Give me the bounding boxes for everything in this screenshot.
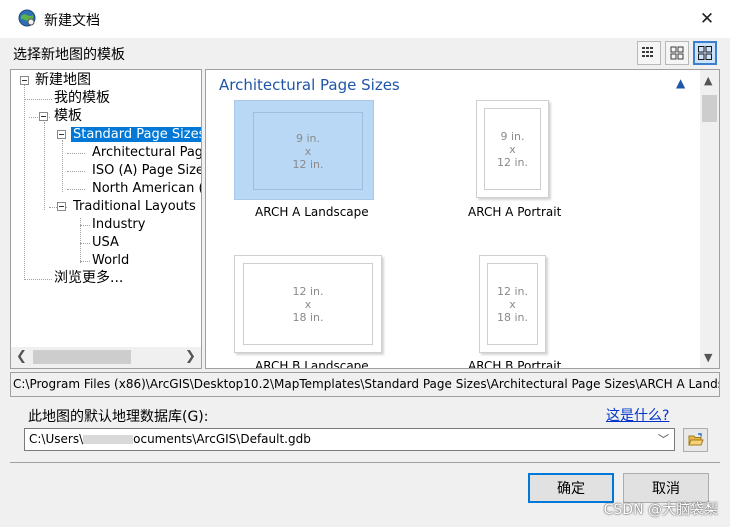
tree-item-usa[interactable]: USA (92, 234, 119, 251)
close-button[interactable]: ✕ (684, 0, 730, 38)
template-name: ARCH A Landscape (255, 205, 369, 219)
scrollbar-thumb[interactable] (33, 350, 131, 364)
open-folder-icon (687, 433, 704, 446)
scroll-right-icon[interactable]: ❯ (185, 349, 196, 364)
tree-collapse-toggle[interactable] (20, 76, 29, 85)
template-tree[interactable]: 新建地图 我的模板 模板 Standard Page Sizes Archite… (10, 69, 202, 369)
default-geodatabase-label: 此地图的默认地理数据库(G): (28, 409, 209, 425)
scroll-up-icon[interactable]: ▲ (704, 74, 712, 87)
template-path-display: C:\Program Files (x86)\ArcGIS\Desktop10.… (10, 372, 720, 397)
footer-separator (10, 462, 720, 463)
page-dimensions: 9 in. x 12 in. (496, 129, 529, 169)
medium-icons-view-icon (670, 46, 684, 60)
page-margin: 9 in. x 12 in. (484, 108, 541, 190)
arcmap-globe-icon (18, 9, 36, 27)
tree-collapse-toggle[interactable] (57, 130, 66, 139)
template-section-label: 选择新地图的模板 (13, 47, 125, 63)
template-name: ARCH B Portrait (468, 359, 562, 369)
tree-item-world[interactable]: World (92, 252, 129, 269)
title-bar: 新建文档 ✕ (0, 0, 730, 38)
geodatabase-path-suffix: ocuments\ArcGIS\Default.gdb (133, 432, 311, 446)
browse-geodatabase-button[interactable] (683, 428, 708, 452)
gallery-section-title: Architectural Page Sizes (219, 76, 400, 94)
page-dimensions: 12 in. x 18 in. (292, 284, 324, 324)
details-view-button[interactable] (637, 41, 661, 65)
tree-item-templates[interactable]: 模板 (54, 108, 82, 125)
scrollbar-thumb[interactable] (702, 95, 717, 122)
page-margin: 9 in. x 12 in. (253, 112, 363, 190)
redacted-username (83, 435, 134, 444)
large-icons-view-button[interactable] (693, 41, 717, 65)
scroll-down-icon[interactable]: ▼ (704, 351, 712, 364)
scroll-left-icon[interactable]: ❮ (16, 349, 27, 364)
whats-this-link[interactable]: 这是什么? (606, 405, 669, 425)
template-name: ARCH B Landscape (255, 359, 369, 369)
tree-item-north-american[interactable]: North American (A (92, 180, 201, 197)
collapse-section-icon[interactable]: ▲ (676, 76, 685, 90)
tree-horizontal-scrollbar[interactable]: ❮ ❯ (10, 347, 202, 369)
chevron-down-icon[interactable]: ﹀ (658, 429, 669, 450)
gallery-vertical-scrollbar[interactable]: ▲ ▼ (700, 70, 719, 368)
close-icon: ✕ (699, 9, 715, 29)
tree-item-traditional-layouts[interactable]: Traditional Layouts (73, 198, 196, 215)
medium-icons-view-button[interactable] (665, 41, 689, 65)
tree-item-new-map[interactable]: 新建地图 (35, 72, 91, 89)
page-dimensions: 12 in. x 18 in. (496, 284, 529, 324)
tree-item-industry[interactable]: Industry (92, 216, 145, 233)
large-icons-view-icon (698, 46, 712, 60)
page-dimensions: 9 in. x 12 in. (292, 131, 324, 171)
page-margin: 12 in. x 18 in. (487, 263, 538, 345)
tree-collapse-toggle[interactable] (39, 112, 48, 121)
template-gallery[interactable]: Architectural Page Sizes ▲ 9 in. x 12 in… (205, 69, 720, 369)
watermark-text: CSDN @大脑袋梨 (603, 502, 718, 518)
window-title: 新建文档 (44, 13, 100, 29)
default-geodatabase-combobox[interactable]: C:\Users\ ocuments\ArcGIS\Default.gdb ﹀ (24, 428, 675, 451)
template-name: ARCH A Portrait (468, 205, 562, 219)
tree-collapse-toggle[interactable] (57, 202, 66, 211)
page-margin: 12 in. x 18 in. (243, 263, 373, 345)
tree-item-architectural-page[interactable]: Architectural Page (92, 144, 201, 161)
geodatabase-path-prefix: C:\Users\ (29, 432, 84, 446)
tree-item-iso-page-sizes[interactable]: ISO (A) Page Sizes (92, 162, 201, 179)
tree-item-standard-page-sizes[interactable]: Standard Page Sizes (69, 126, 201, 143)
tree-item-my-templates[interactable]: 我的模板 (54, 90, 110, 107)
tree-item-browse-more[interactable]: 浏览更多... (54, 270, 123, 287)
details-view-icon (642, 47, 653, 57)
ok-button[interactable]: 确定 (528, 473, 614, 503)
